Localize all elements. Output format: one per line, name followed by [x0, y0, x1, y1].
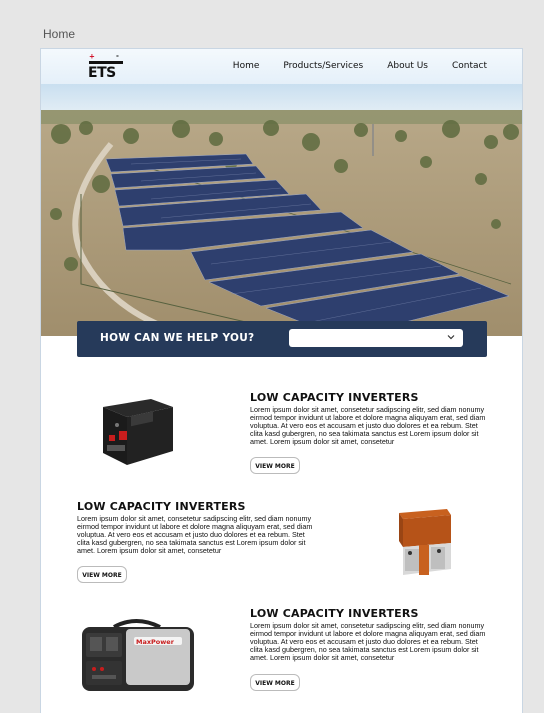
nav-home[interactable]: Home: [233, 61, 260, 71]
main-nav: Home Products/Services About Us Contact: [233, 61, 487, 71]
svg-text:-: -: [116, 53, 119, 60]
help-bar: HOW CAN WE HELP YOU?: [77, 321, 487, 357]
nav-about-us[interactable]: About Us: [387, 61, 428, 71]
hero-slider: [41, 84, 522, 336]
inverter-image: [103, 399, 173, 465]
product-title-2: LOW CAPACITY INVERTERS: [77, 500, 246, 513]
solar-farm-image: [41, 84, 522, 336]
view-more-button-1[interactable]: VIEW MORE: [250, 457, 300, 474]
product-description-3: Lorem ipsum dolor sit amet, consetetur s…: [250, 621, 486, 663]
power-station-image: MaxPower: [82, 619, 194, 691]
product-description-2: Lorem ipsum dolor sit amet, consetetur s…: [77, 514, 313, 556]
page-label: Home: [43, 27, 76, 41]
view-more-button-3[interactable]: VIEW MORE: [250, 674, 300, 691]
ets-logo[interactable]: + - ETS: [88, 53, 124, 79]
svg-text:+: +: [89, 53, 95, 61]
page-frame: + - ETS Home Products/Services About Us …: [40, 48, 523, 713]
view-more-button-2[interactable]: VIEW MORE: [77, 566, 127, 583]
svg-text:ETS: ETS: [88, 65, 116, 79]
battery-image: [399, 509, 451, 575]
product-title-1: LOW CAPACITY INVERTERS: [250, 391, 419, 404]
product-title-3: LOW CAPACITY INVERTERS: [250, 607, 419, 620]
help-select-dropdown[interactable]: [289, 329, 463, 347]
chevron-down-icon: [447, 335, 455, 340]
svg-text:MaxPower: MaxPower: [136, 638, 175, 646]
nav-products-services[interactable]: Products/Services: [283, 61, 363, 71]
product-description-1: Lorem ipsum dolor sit amet, consetetur s…: [250, 405, 486, 447]
site-header: + - ETS Home Products/Services About Us …: [41, 49, 522, 84]
nav-contact[interactable]: Contact: [452, 61, 487, 71]
help-title: HOW CAN WE HELP YOU?: [100, 332, 255, 344]
